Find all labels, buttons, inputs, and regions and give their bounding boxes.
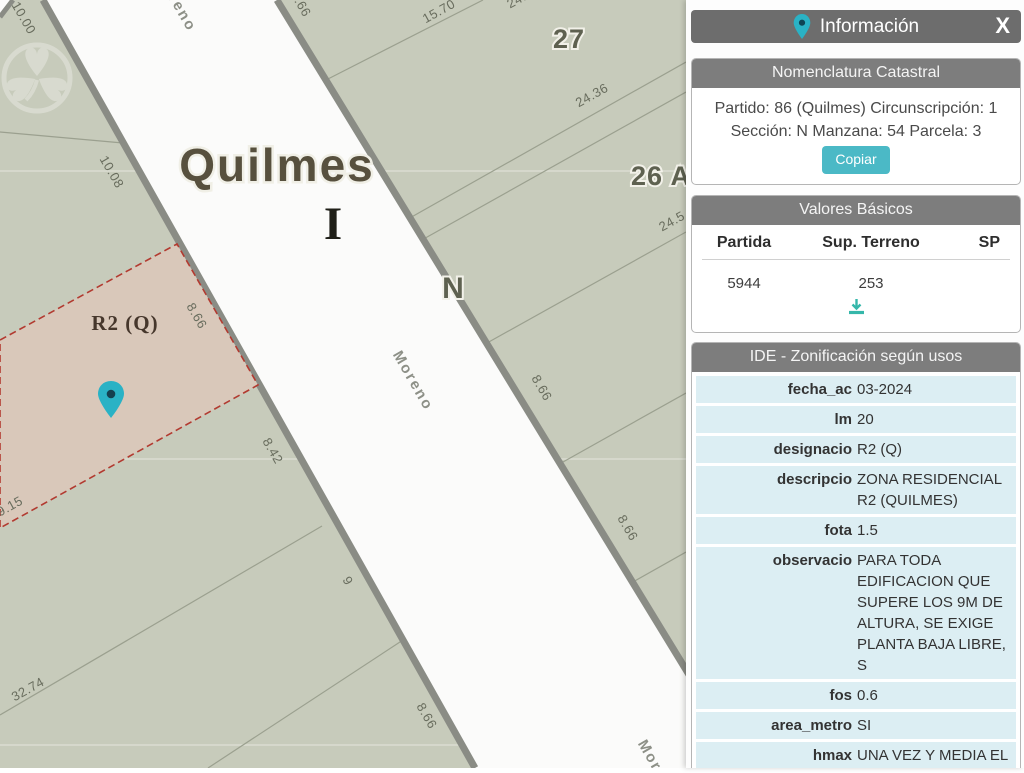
section-letter-label: N xyxy=(442,272,464,305)
ide-row: descripcio ZONA RESIDENCIAL R2 (QUILMES) xyxy=(696,466,1016,514)
ide-row: fecha_ac 03-2024 xyxy=(696,376,1016,403)
map-canvas[interactable]: 10.00 10.08 8.66 8.42 8.66 9 8.66 8.66 8… xyxy=(0,0,749,773)
info-panel: Información X Nomenclatura Catastral Par… xyxy=(686,0,1024,768)
nomenclatura-line2: Sección: N Manzana: 54 Parcela: 3 xyxy=(730,123,982,140)
ide-row: fota 1.5 xyxy=(696,517,1016,544)
ide-row-key: lm xyxy=(834,411,852,428)
cadastral-map[interactable]: 10.00 10.08 8.66 8.42 8.66 9 8.66 8.66 8… xyxy=(0,0,749,773)
ide-row-value: 03-2024 xyxy=(857,381,913,398)
close-icon[interactable]: X xyxy=(995,13,1010,39)
ide-row-key: fecha_ac xyxy=(787,381,852,398)
block-number-label: 26 A xyxy=(631,161,686,191)
download-icon[interactable] xyxy=(847,298,866,315)
valores-table-header: Partida Sup. Terreno SP xyxy=(692,225,1020,252)
table-row: 5944 253 xyxy=(692,266,1020,292)
block-number-label: 27 xyxy=(553,24,585,54)
panel-header: Información X xyxy=(691,10,1021,43)
ide-row: observacio PARA TODA EDIFICACION QUE SUP… xyxy=(696,547,1016,679)
ide-row-value: 1.5 xyxy=(857,522,878,539)
cell-sp xyxy=(956,275,1010,292)
ide-row: designacio R2 (Q) xyxy=(696,436,1016,463)
valores-section-title: Valores Básicos xyxy=(692,196,1020,225)
location-pin-icon xyxy=(793,14,811,39)
cell-partida: 5944 xyxy=(727,275,761,292)
ide-row: hmax UNA VEZ Y MEDIA EL ANCHO DE LA CALL… xyxy=(696,742,1016,768)
valores-section: Valores Básicos Partida Sup. Terreno SP … xyxy=(691,195,1021,333)
nomenclatura-line1: Partido: 86 (Quilmes) Circunscripción: 1 xyxy=(714,100,998,117)
ide-row: area_metro SI xyxy=(696,712,1016,739)
cell-sup-terreno: 253 xyxy=(858,275,884,292)
ide-row-key: fota xyxy=(824,522,853,539)
ide-row-key: observacio xyxy=(772,552,852,569)
zone-code-label: R2 (Q) xyxy=(91,311,158,335)
nomenclatura-section-title: Nomenclatura Catastral xyxy=(692,59,1020,88)
ide-row-value: SI xyxy=(857,717,872,734)
table-divider xyxy=(702,259,1010,260)
ide-row-key: hmax xyxy=(812,747,852,764)
ide-zonificacion-section: IDE - Zonificación según usos fecha_ac 0… xyxy=(691,342,1021,768)
ide-row-key: descripcio xyxy=(776,471,852,488)
ide-row-key: designacio xyxy=(773,441,852,458)
column-header-partida: Partida xyxy=(716,234,772,251)
panel-title: Información xyxy=(819,15,920,37)
ide-row-key: area_metro xyxy=(771,717,852,734)
column-header-sup-terreno: Sup. Terreno xyxy=(822,234,920,251)
ide-row: fos 0.6 xyxy=(696,682,1016,709)
ide-row-value: 20 xyxy=(857,411,874,428)
nomenclatura-section: Nomenclatura Catastral Partido: 86 (Quil… xyxy=(691,58,1021,185)
circumscription-numeral-label: I xyxy=(324,198,342,250)
city-label: Quilmes xyxy=(179,139,375,191)
ide-row-value: UNA VEZ Y MEDIA EL ANCHO DE LA CALLE xyxy=(857,747,1008,764)
ide-row-value: PARA TODA EDIFICACION QUE SUPERE LOS 9M … xyxy=(857,552,1006,674)
ide-row-value: ZONA RESIDENCIAL R2 (QUILMES) xyxy=(857,471,1002,509)
copy-button[interactable]: Copiar xyxy=(822,146,890,174)
ide-row-value: R2 (Q) xyxy=(857,441,902,458)
ide-row-key: fos xyxy=(829,687,853,704)
ide-row-value: 0.6 xyxy=(857,687,878,704)
column-header-sp: SP xyxy=(978,234,1000,251)
ide-section-title: IDE - Zonificación según usos xyxy=(692,343,1020,372)
ide-row: lm 20 xyxy=(696,406,1016,433)
